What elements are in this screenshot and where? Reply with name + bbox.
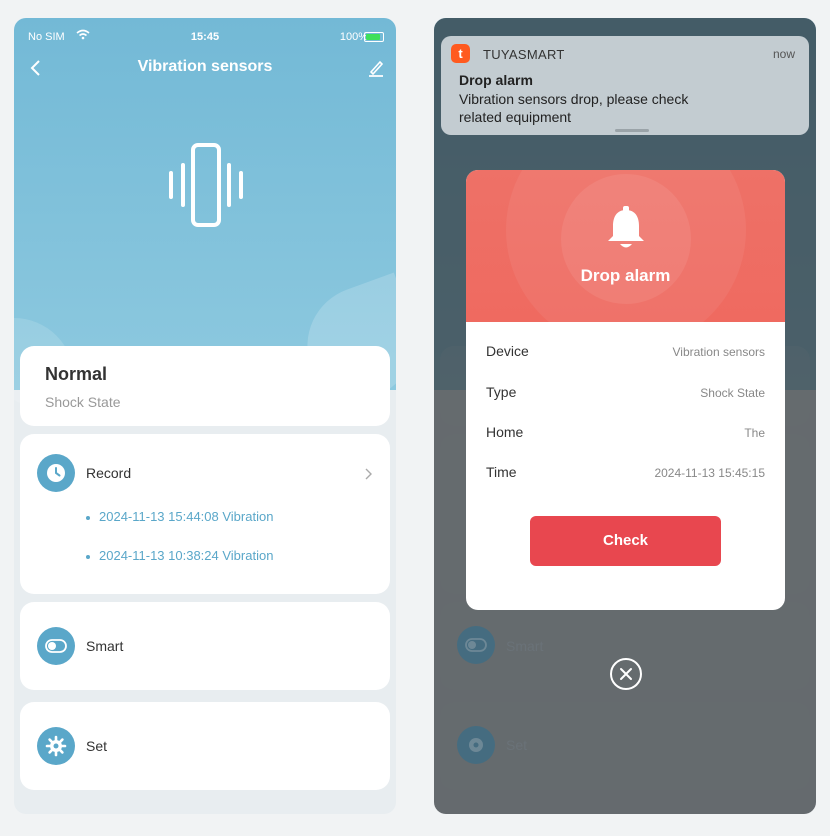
state-card: Normal Shock State <box>20 346 390 426</box>
toggle-icon <box>37 627 75 665</box>
detail-row-device: Device Vibration sensors <box>486 343 765 359</box>
push-notification[interactable]: t TUYASMART now Drop alarm Vibration sen… <box>441 36 809 135</box>
smart-card[interactable]: Smart <box>20 602 390 690</box>
alarm-header: Drop alarm <box>466 170 785 322</box>
toggle-icon <box>457 626 495 664</box>
status-time: 15:45 <box>190 31 220 43</box>
set-label: Set <box>86 738 108 754</box>
detail-row-type: Type Shock State <box>486 384 765 400</box>
alarm-title: Drop alarm <box>580 266 671 285</box>
page-title: Vibration sensors <box>137 58 273 75</box>
alarm-screen: Smart Set t TUYASMART now Drop alarm Vib… <box>434 18 816 814</box>
list-item[interactable]: 2024-11-13 10:38:24 Vibration <box>86 548 273 563</box>
close-icon <box>620 668 632 680</box>
close-button[interactable] <box>610 658 642 690</box>
record-card[interactable]: Record 2024-11-13 15:44:08 Vibration 202… <box>20 434 390 594</box>
smart-label: Smart <box>86 638 124 654</box>
edit-button[interactable] <box>366 58 386 78</box>
notification-body: Vibration sensors drop, please check rel… <box>459 91 689 125</box>
gear-icon <box>37 727 75 765</box>
notification-time: now <box>772 47 795 61</box>
status-bar: No SIM 15:45 100% <box>14 18 396 54</box>
record-label: Record <box>86 465 132 481</box>
check-button[interactable]: Check <box>530 516 721 566</box>
detail-row-time: Time 2024-11-13 15:45:15 <box>486 464 765 480</box>
bell-icon <box>605 204 647 252</box>
tuya-logo-icon: t <box>451 44 470 63</box>
set-card[interactable]: Set <box>20 702 390 790</box>
chevron-right-icon <box>362 467 374 480</box>
notification-handle[interactable] <box>615 129 649 132</box>
pencil-icon <box>369 60 384 77</box>
vibration-icon <box>164 143 248 229</box>
state-subtitle: Shock State <box>45 394 121 410</box>
state-title: Normal <box>45 364 108 384</box>
smart-label: Smart <box>506 638 544 654</box>
list-item[interactable]: 2024-11-13 15:44:08 Vibration <box>86 509 273 524</box>
device-screen: No SIM 15:45 100% Vibration sensors Norm… <box>14 18 396 814</box>
detail-row-home: Home The <box>486 424 765 440</box>
gear-icon <box>457 726 495 764</box>
nav-bar: Vibration sensors <box>14 56 396 86</box>
notification-title: Drop alarm <box>459 72 533 88</box>
battery-icon <box>364 32 384 42</box>
clock-icon <box>37 454 75 492</box>
alarm-dialog: Drop alarm Device Vibration sensors Type… <box>466 170 785 610</box>
notification-app-name: TUYASMART <box>483 47 565 62</box>
set-label: Set <box>506 737 528 753</box>
